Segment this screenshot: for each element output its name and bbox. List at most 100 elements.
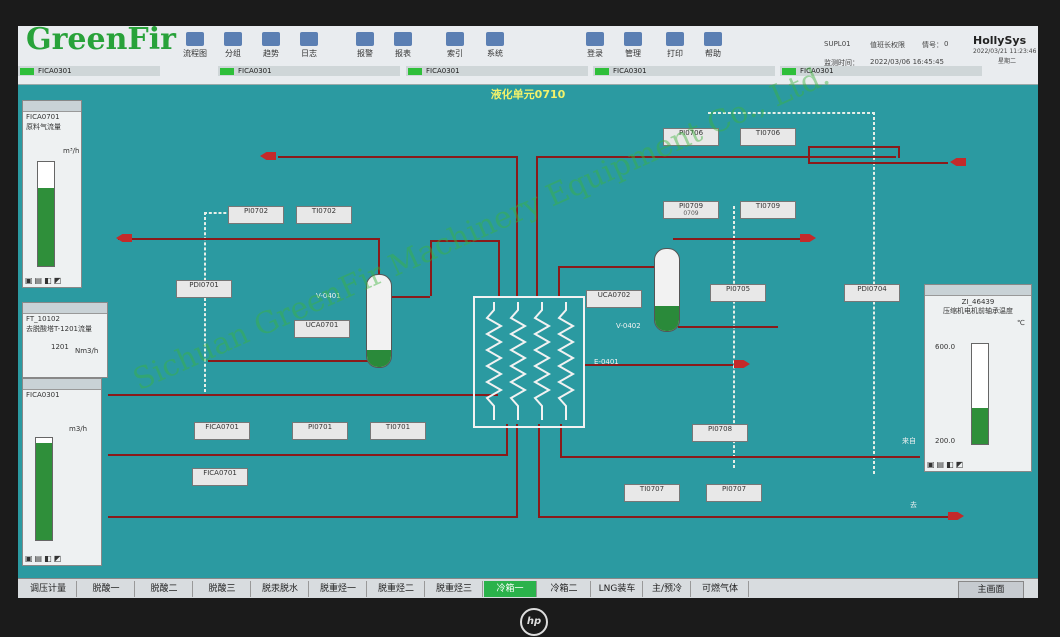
report-button[interactable]: 报表 xyxy=(386,30,420,64)
login-button[interactable]: 登录 xyxy=(578,30,612,64)
tag-ti0702[interactable]: TI0702 xyxy=(296,206,352,224)
status-tag[interactable]: FICA0301 xyxy=(218,66,400,76)
process-pipe xyxy=(558,266,658,268)
faceplate-toolbar-icons[interactable]: ▣▤◧◩ xyxy=(25,276,63,285)
nav-item-active[interactable]: 冷箱一 xyxy=(484,581,537,597)
vessel-v0402[interactable] xyxy=(654,248,680,332)
tag-ti0706[interactable]: TI0706 xyxy=(740,128,796,146)
trend-icon xyxy=(262,32,280,46)
heat-exchanger-e0401[interactable] xyxy=(473,296,585,428)
nav-item[interactable]: 脱重烃三 xyxy=(426,581,483,597)
faceplate-ft10102[interactable]: FT_10102 去脱酸塔T-1201流量 1201 Nm3/h xyxy=(22,302,108,378)
process-pipe xyxy=(108,394,498,396)
nav-item[interactable]: 可燃气体 xyxy=(692,581,749,597)
tag-ti0707[interactable]: TI0707 xyxy=(624,484,680,502)
tag-pi0707[interactable]: PI0707 xyxy=(706,484,762,502)
status-tag[interactable]: FICA0301 xyxy=(406,66,588,76)
process-pipe xyxy=(390,296,430,298)
process-pipe xyxy=(208,360,368,362)
alarm-button[interactable]: 报警 xyxy=(348,30,382,64)
flow-arrow-icon xyxy=(734,360,750,368)
faceplate-tag: FICA0701 xyxy=(26,113,60,121)
faceplate-tag: FT_10102 xyxy=(26,315,60,323)
level-bar xyxy=(35,437,53,541)
faceplate-header xyxy=(23,379,101,390)
manage-button[interactable]: 管理 xyxy=(616,30,650,64)
faceplate-fica0701[interactable]: FICA0701 原料气流量 m³/h ▣▤◧◩ xyxy=(22,100,82,288)
log-icon xyxy=(300,32,318,46)
tag-ti0709[interactable]: TI0709 xyxy=(740,201,796,219)
status-ok-icon xyxy=(595,67,609,75)
status-tag[interactable]: FICA0301 xyxy=(593,66,775,76)
process-pipe xyxy=(538,516,948,518)
nav-item[interactable]: 脱重烃二 xyxy=(368,581,425,597)
faceplate-value: 1201 xyxy=(51,343,69,351)
tag-pi0708[interactable]: PI0708 xyxy=(692,424,748,442)
tag-pdi0704[interactable]: PDI0704 xyxy=(844,284,900,302)
home-screen-button[interactable]: 主画面 xyxy=(958,581,1024,598)
no-value: 0 xyxy=(944,40,949,48)
process-pipe xyxy=(278,156,518,158)
nav-item[interactable]: 调压计量 xyxy=(20,581,77,597)
process-pipe xyxy=(536,156,896,158)
status-ok-icon xyxy=(220,67,234,75)
monitor: 流程图 分组 趋势 日志 报警 报表 索引 系统 登录 管理 打印 帮助 SUP… xyxy=(0,0,1060,637)
process-pipe xyxy=(808,146,900,148)
tag-ti0701[interactable]: TI0701 xyxy=(370,422,426,440)
group-button[interactable]: 分组 xyxy=(216,30,250,64)
index-button[interactable]: 索引 xyxy=(438,30,472,64)
system-button[interactable]: 系统 xyxy=(478,30,512,64)
tag-fica0701[interactable]: FICA0701 xyxy=(194,422,250,440)
faceplate-header xyxy=(925,285,1031,296)
faceplate-desc: 原料气流量 xyxy=(26,123,61,131)
no-label: 情号： xyxy=(922,41,943,49)
screen-title: 液化单元0710 xyxy=(490,88,566,101)
log-button[interactable]: 日志 xyxy=(292,30,326,64)
nav-item[interactable]: 脱酸三 xyxy=(194,581,251,597)
tag-pi0705[interactable]: PI0705 xyxy=(710,284,766,302)
from-label: 来自 xyxy=(902,437,916,445)
flow-diagram-icon xyxy=(186,32,204,46)
process-pipe xyxy=(538,424,540,518)
tag-pdi0701[interactable]: PDI0701 xyxy=(176,280,232,298)
level-fill xyxy=(972,408,988,444)
nav-item[interactable]: 冷箱二 xyxy=(538,581,591,597)
process-pipe xyxy=(678,326,778,328)
faceplate-tag: ZI_46439 xyxy=(961,298,995,306)
nav-item[interactable]: 脱酸二 xyxy=(136,581,193,597)
coil-icon xyxy=(532,302,552,420)
unit-navigation: 调压计量 脱酸一 脱酸二 脱酸三 脱汞脱水 脱重烃一 脱重烃二 脱重烃三 冷箱一… xyxy=(18,578,1038,598)
process-pipe xyxy=(536,156,538,296)
faceplate-toolbar-icons[interactable]: ▣▤◧◩ xyxy=(927,460,965,469)
nav-item[interactable]: 脱汞脱水 xyxy=(252,581,309,597)
process-pipe xyxy=(560,456,920,458)
tag-pi0701[interactable]: PI0701 xyxy=(292,422,348,440)
faceplate-header xyxy=(23,303,107,314)
alarm-icon xyxy=(356,32,374,46)
process-pipe xyxy=(118,238,378,240)
level-fill xyxy=(36,443,52,540)
faceplate-toolbar-icons[interactable]: ▣▤◧◩ xyxy=(25,554,63,563)
faceplate-fica0301[interactable]: FICA0301 m3/h ▣▤◧◩ xyxy=(22,378,102,566)
tag-uca0702[interactable]: UCA0702 xyxy=(586,290,642,308)
role-label: 值班长权限 xyxy=(870,41,905,49)
nav-item[interactable]: 脱酸一 xyxy=(78,581,135,597)
flow-diagram-button[interactable]: 流程图 xyxy=(178,30,212,64)
nav-item[interactable]: 脱重烃一 xyxy=(310,581,367,597)
help-button[interactable]: 帮助 xyxy=(696,30,730,64)
trend-button[interactable]: 趋势 xyxy=(254,30,288,64)
tag-pi0702[interactable]: PI0702 xyxy=(228,206,284,224)
scale-max: 600.0 xyxy=(935,343,956,351)
tag-fica0701-b[interactable]: FICA0701 xyxy=(192,468,248,486)
level-fill xyxy=(38,188,54,266)
faceplate-zi46439[interactable]: ZI_46439 压缩机电机前轴承温度 ℃ 600.0 200.0 ▣▤◧◩ xyxy=(924,284,1032,472)
process-pipe xyxy=(560,424,562,458)
status-ok-icon xyxy=(20,67,34,75)
nav-item[interactable]: 主/预冷 xyxy=(644,581,691,597)
nav-item[interactable]: LNG装车 xyxy=(592,581,643,597)
status-tag[interactable]: FICA0301 xyxy=(18,66,160,76)
exchanger-label: E-0401 xyxy=(594,358,619,366)
print-button[interactable]: 打印 xyxy=(658,30,692,64)
system-icon xyxy=(486,32,504,46)
tag-pi0709[interactable]: PI0709 0709 xyxy=(663,201,719,219)
